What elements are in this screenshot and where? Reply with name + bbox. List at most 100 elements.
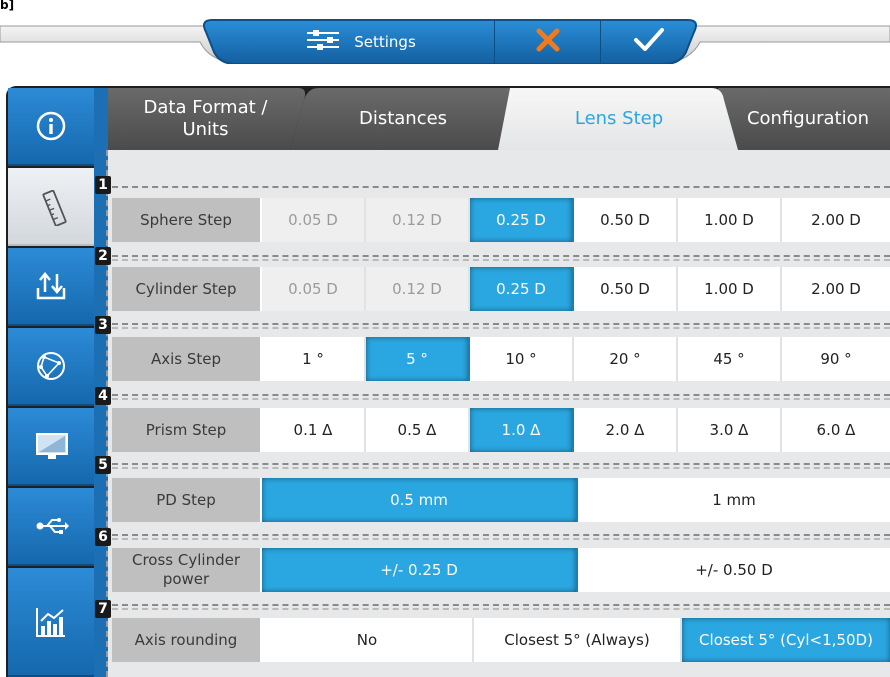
row-cross-cylinder-power: Cross Cylinder power +/- 0.25 D +/- 0.50…: [112, 548, 890, 592]
row-separator: [112, 255, 890, 257]
row-label: Cross Cylinder power: [112, 548, 262, 592]
row-number: 3: [95, 316, 111, 334]
option-cell[interactable]: 1.00 D: [678, 198, 782, 242]
sidebar: [8, 88, 102, 677]
row-number: 5: [95, 456, 111, 474]
row-separator: [112, 534, 890, 536]
row-prism-step: Prism Step 0.1 Δ 0.5 Δ 1.0 Δ 2.0 Δ 3.0 Δ…: [112, 408, 890, 452]
row-axis-rounding: Axis rounding No Closest 5° (Always) Clo…: [112, 618, 890, 662]
option-cell[interactable]: 20 °: [574, 337, 678, 381]
top-toolbar: Settings: [228, 20, 696, 63]
sliders-icon: [306, 29, 340, 55]
tab-label-line1: Data Format /: [143, 97, 268, 118]
row-pd-step: PD Step 0.5 mm 1 mm: [112, 478, 890, 522]
option-cell[interactable]: 1.00 D: [678, 267, 782, 311]
option-cell[interactable]: 45 °: [678, 337, 782, 381]
option-cell[interactable]: 0.5 Δ: [366, 408, 470, 452]
row-separator: [112, 327, 890, 329]
sidebar-item-info[interactable]: [8, 88, 94, 166]
tab-label: Lens Step: [574, 108, 664, 129]
settings-label: Settings: [354, 32, 416, 51]
row-sphere-step: Sphere Step 0.05 D 0.12 D 0.25 D 0.50 D …: [112, 198, 890, 242]
row-separator: [112, 394, 890, 396]
option-cell-selected[interactable]: 0.5 mm: [262, 478, 578, 522]
row-separator: [112, 463, 890, 465]
option-cell[interactable]: 10 °: [470, 337, 574, 381]
row-separator: [112, 323, 890, 325]
row-separator: [112, 259, 890, 261]
option-cell-selected[interactable]: 5 °: [366, 337, 470, 381]
close-x-icon: [535, 27, 561, 57]
row-separator: [112, 186, 890, 188]
row-number: 1: [95, 176, 111, 194]
monitor-icon: [35, 430, 68, 462]
chart-icon: [35, 606, 67, 638]
tab-lens-step[interactable]: Lens Step: [506, 88, 732, 150]
checkmark-icon: [633, 27, 665, 57]
info-icon: [35, 110, 67, 142]
panel-guide-line: [106, 150, 108, 677]
row-number: 6: [95, 528, 111, 546]
option-cell[interactable]: 0.05 D: [262, 198, 366, 242]
option-cell[interactable]: 2.00 D: [782, 267, 890, 311]
option-cell[interactable]: 1 mm: [578, 478, 890, 522]
sidebar-item-usb[interactable]: [8, 488, 94, 566]
tab-configuration[interactable]: Configuration: [726, 88, 890, 150]
option-cell[interactable]: 90 °: [782, 337, 890, 381]
sidebar-item-ruler[interactable]: [8, 168, 102, 246]
settings-screen: b] Settings Data Format / Units Distance…: [0, 0, 890, 677]
option-cell[interactable]: 0.05 D: [262, 267, 366, 311]
row-separator: [112, 608, 890, 610]
row-number: 4: [95, 387, 111, 405]
option-cell[interactable]: 0.50 D: [574, 267, 678, 311]
sidebar-item-display[interactable]: [8, 408, 94, 486]
row-label: Axis rounding: [112, 618, 262, 662]
row-label-line1: Cross Cylinder: [132, 551, 240, 569]
tab-label: Data Format / Units: [144, 97, 268, 141]
row-number: 7: [95, 600, 111, 618]
option-cell[interactable]: +/- 0.50 D: [578, 548, 890, 592]
row-label: Cylinder Step: [112, 267, 262, 311]
option-cell[interactable]: 1 °: [262, 337, 366, 381]
row-axis-step: Axis Step 1 ° 5 ° 10 ° 20 ° 45 ° 90 °: [112, 337, 890, 381]
option-cell-selected[interactable]: +/- 0.25 D: [262, 548, 578, 592]
option-cell-selected[interactable]: Closest 5° (Cyl<1,50D): [682, 618, 890, 662]
confirm-button[interactable]: [601, 20, 696, 63]
tab-label-line2: Units: [182, 119, 229, 140]
row-label: Sphere Step: [112, 198, 262, 242]
usb-icon: [35, 510, 69, 542]
row-label-line2: power: [162, 570, 210, 588]
row-label: Prism Step: [112, 408, 262, 452]
row-separator: [112, 538, 890, 540]
tab-label: Configuration: [746, 108, 870, 129]
settings-button[interactable]: Settings: [228, 20, 495, 63]
network-globe-icon: [35, 350, 67, 382]
ruler-icon: [39, 189, 71, 227]
row-separator: [112, 467, 890, 469]
option-cell[interactable]: Closest 5° (Always): [474, 618, 682, 662]
tab-distances[interactable]: Distances: [303, 88, 503, 150]
option-cell-selected[interactable]: 0.25 D: [470, 198, 574, 242]
option-cell[interactable]: 6.0 Δ: [782, 408, 890, 452]
row-separator: [112, 604, 890, 606]
tab-strip: Data Format / Units Distances Lens Step …: [108, 88, 890, 150]
cancel-button[interactable]: [495, 20, 601, 63]
option-cell[interactable]: No: [262, 618, 474, 662]
option-cell[interactable]: 0.50 D: [574, 198, 678, 242]
row-label: Axis Step: [112, 337, 262, 381]
row-label: PD Step: [112, 478, 262, 522]
option-cell[interactable]: 2.00 D: [782, 198, 890, 242]
upload-download-icon: [35, 270, 67, 302]
option-cell-selected[interactable]: 0.25 D: [470, 267, 574, 311]
sidebar-item-network[interactable]: [8, 328, 94, 406]
option-cell[interactable]: 0.12 D: [366, 267, 470, 311]
sidebar-item-import-export[interactable]: [8, 248, 94, 326]
option-cell-selected[interactable]: 1.0 Δ: [470, 408, 574, 452]
option-cell[interactable]: 0.1 Δ: [262, 408, 366, 452]
row-number: 2: [95, 247, 111, 265]
sidebar-item-statistics[interactable]: [8, 568, 94, 677]
option-cell[interactable]: 0.12 D: [366, 198, 470, 242]
option-cell[interactable]: 3.0 Δ: [678, 408, 782, 452]
tab-data-format-units[interactable]: Data Format / Units: [108, 88, 303, 150]
option-cell[interactable]: 2.0 Δ: [574, 408, 678, 452]
